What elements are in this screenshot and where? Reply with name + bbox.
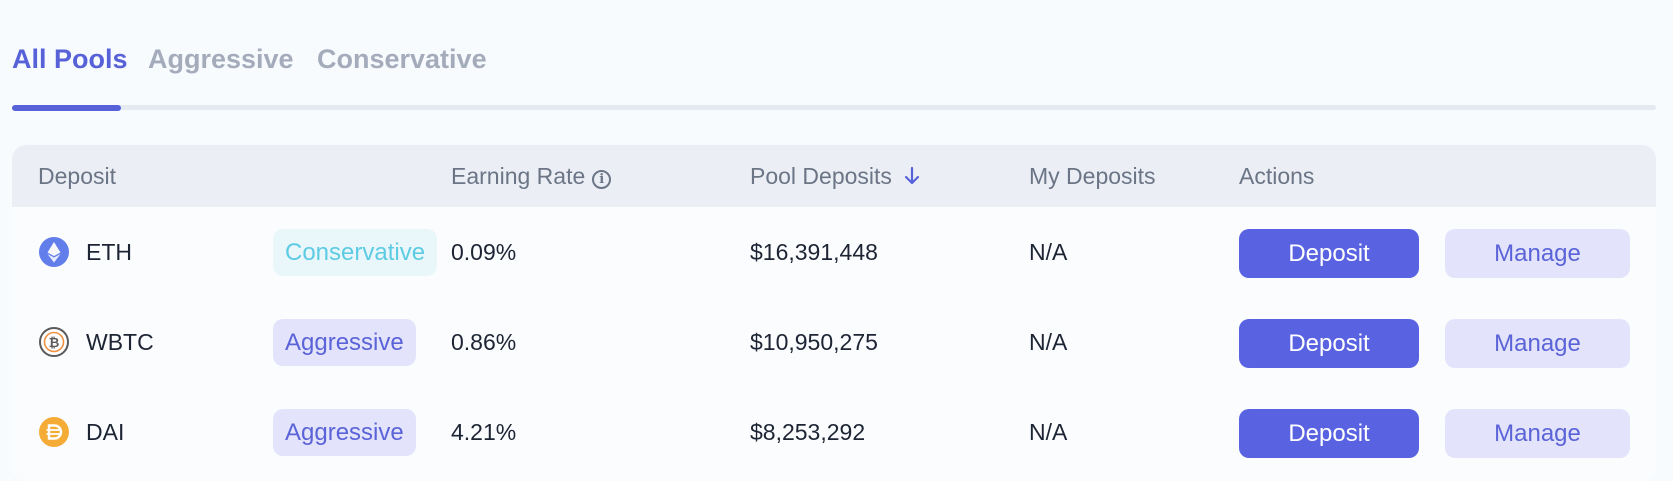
my-deposits: N/A xyxy=(1029,239,1068,265)
pool-deposits: $8,253,292 xyxy=(750,419,866,445)
manage-button[interactable]: Manage xyxy=(1445,319,1630,368)
earning-rate: 0.86% xyxy=(451,329,517,355)
tab-aggressive[interactable]: Aggressive xyxy=(148,44,294,75)
svg-text:₿: ₿ xyxy=(49,336,60,351)
dai-icon xyxy=(39,417,69,447)
tab-conservative[interactable]: Conservative xyxy=(317,44,487,75)
my-deposits: N/A xyxy=(1029,419,1068,445)
table-row: DAI Aggressive 4.21% $8,253,292 N/A Depo… xyxy=(12,387,1656,477)
earning-rate: 0.09% xyxy=(451,239,517,265)
coin-name: WBTC xyxy=(86,329,154,355)
deposit-button[interactable]: Deposit xyxy=(1239,409,1419,458)
header-pool-deposits-label: Pool Deposits xyxy=(750,163,892,189)
manage-button[interactable]: Manage xyxy=(1445,229,1630,278)
deposit-button[interactable]: Deposit xyxy=(1239,319,1419,368)
header-deposit: Deposit xyxy=(38,163,116,189)
eth-icon xyxy=(39,237,69,267)
sort-descending-icon[interactable] xyxy=(904,165,920,192)
pool-deposits: $16,391,448 xyxy=(750,239,878,265)
table-row: ₿ WBTC Aggressive 0.86% $10,950,275 N/A … xyxy=(12,297,1656,387)
active-tab-indicator xyxy=(12,105,121,111)
header-actions: Actions xyxy=(1239,163,1315,189)
pools-table: Deposit Earning Rate i Pool Deposits My D… xyxy=(12,145,1656,481)
coin-name: ETH xyxy=(86,239,132,265)
my-deposits: N/A xyxy=(1029,329,1068,355)
deposit-button[interactable]: Deposit xyxy=(1239,229,1419,278)
earning-rate: 4.21% xyxy=(451,419,517,445)
header-pool-deposits[interactable]: Pool Deposits xyxy=(750,163,920,192)
header-earning-rate-label: Earning Rate xyxy=(451,163,586,189)
table-row: ETH Conservative 0.09% $16,391,448 N/A D… xyxy=(12,207,1656,297)
strategy-badge: Aggressive xyxy=(273,319,416,366)
tab-track xyxy=(12,105,1656,110)
header-my-deposits: My Deposits xyxy=(1029,163,1156,189)
strategy-badge: Aggressive xyxy=(273,409,416,456)
tab-all-pools[interactable]: All Pools xyxy=(12,44,128,75)
header-earning-rate: Earning Rate i xyxy=(451,163,612,190)
strategy-badge: Conservative xyxy=(273,229,438,276)
info-icon[interactable]: i xyxy=(592,170,612,189)
pool-tabs: All Pools Aggressive Conservative xyxy=(12,0,1656,112)
table-header: Deposit Earning Rate i Pool Deposits My D… xyxy=(12,145,1656,207)
wbtc-icon: ₿ xyxy=(39,327,69,357)
pool-deposits: $10,950,275 xyxy=(750,329,878,355)
manage-button[interactable]: Manage xyxy=(1445,409,1630,458)
coin-name: DAI xyxy=(86,419,125,445)
